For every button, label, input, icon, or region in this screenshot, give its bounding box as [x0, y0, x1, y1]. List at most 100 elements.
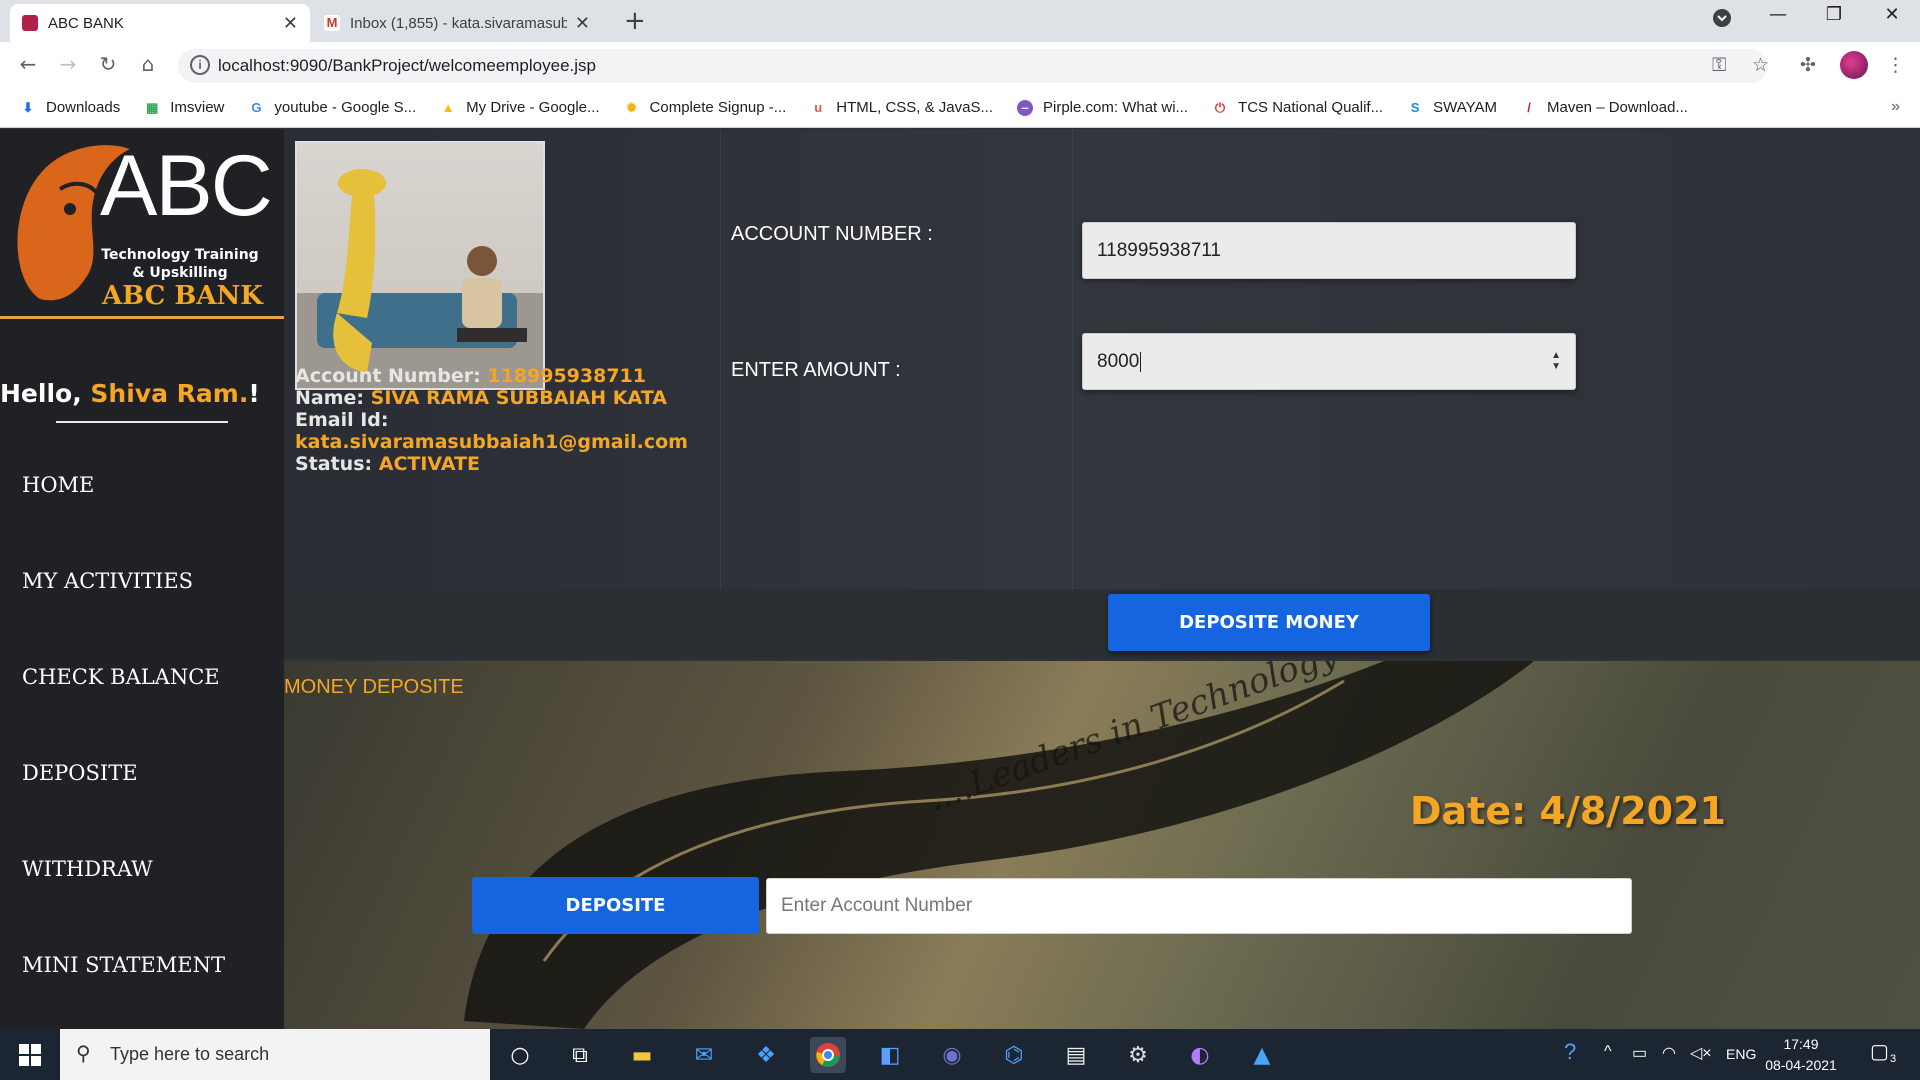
eclipse-icon[interactable]: ◉	[934, 1037, 970, 1073]
tab-abc-bank[interactable]: ABC BANK ✕	[10, 4, 310, 42]
battery-icon[interactable]: ▭	[1632, 1043, 1647, 1063]
cortana-icon[interactable]: ○	[502, 1037, 538, 1073]
settings-gear-icon[interactable]: ⚙	[1120, 1037, 1156, 1073]
grid-icon: ▦	[146, 99, 159, 115]
logo-tagline-1: Technology Training	[101, 247, 259, 263]
github-icon[interactable]: ◐	[1182, 1037, 1218, 1073]
divider	[720, 129, 721, 589]
volume-muted-icon[interactable]: ◁×	[1690, 1043, 1712, 1063]
menu-mini-statement[interactable]: MINI STATEMENT	[22, 953, 225, 977]
swayam-icon: S	[1410, 99, 1420, 115]
home-icon[interactable]: ⌂	[134, 52, 162, 76]
windows-taskbar: ⚲ Type here to search ○ ⧉ ▬ ✉ ❖ ◧ ◉ ⌬ ▤ …	[0, 1029, 1920, 1080]
pirple-icon: –	[1017, 99, 1033, 116]
button-strip	[284, 589, 1920, 659]
chrome-icon[interactable]	[810, 1037, 846, 1073]
new-tab-icon[interactable]: +	[624, 6, 646, 36]
sun-icon: ✹	[626, 99, 637, 115]
key-icon[interactable]: ⚿	[1712, 54, 1726, 76]
menu-my-activities[interactable]: MY ACTIVITIES	[22, 569, 193, 593]
wifi-icon[interactable]: ◠	[1662, 1043, 1676, 1063]
menu-dots-icon[interactable]: ⋮	[1886, 54, 1905, 76]
user-name: Shiva Ram.	[90, 379, 249, 408]
account-number-label: ACCOUNT NUMBER :	[731, 223, 933, 245]
back-icon[interactable]: ←	[14, 52, 42, 76]
chevron-up-icon[interactable]: ^	[1604, 1043, 1612, 1061]
photos-icon[interactable]: ▲	[1244, 1037, 1280, 1073]
bookmark-downloads[interactable]: ⬇ Downloads	[20, 99, 121, 116]
taskbar-clock[interactable]: 17:49 08-04-2021	[1756, 1034, 1846, 1076]
window-close-icon[interactable]: ✕	[1872, 4, 1912, 25]
drive-icon: ▲	[441, 99, 455, 115]
profile-account-number: Account Number: 118995938711	[295, 365, 646, 387]
bookmark-youtube-google[interactable]: Gyoutube - Google S...	[248, 99, 416, 116]
bookmark-html-css[interactable]: u HTML, CSS, & JavaS...	[810, 99, 993, 116]
url-text: localhost:9090/BankProject/welcomeemploy…	[218, 56, 596, 75]
profile-avatar[interactable]	[1840, 51, 1868, 79]
bookmark-my-drive[interactable]: ▲ My Drive - Google...	[440, 99, 600, 116]
tab-search-icon[interactable]	[1702, 8, 1742, 33]
close-icon[interactable]: ✕	[575, 13, 590, 34]
tcs-icon: ⏻	[1214, 99, 1226, 115]
amount-input[interactable]: 8000 ▲ ▼	[1082, 333, 1576, 390]
notifications-icon[interactable]: ▢	[1870, 1039, 1889, 1064]
bank-page: ABC Technology Training & Upskilling ABC…	[0, 129, 1920, 1029]
number-spinner-icon[interactable]: ▲ ▼	[1551, 350, 1561, 372]
logo-abc-text: ABC	[100, 138, 273, 234]
profile-photo	[295, 141, 545, 390]
menu-check-balance[interactable]: CHECK BALANCE	[22, 665, 220, 689]
document-icon[interactable]: ▤	[1058, 1037, 1094, 1073]
app-icon[interactable]: ◧	[872, 1037, 908, 1073]
reload-icon[interactable]: ↻	[94, 52, 122, 76]
deposite-button[interactable]: DEPOSITE	[472, 877, 759, 934]
text-cursor	[1140, 351, 1142, 372]
file-explorer-icon[interactable]: ▬	[624, 1037, 660, 1073]
bookmark-pirple[interactable]: – Pirple.com: What wi...	[1017, 99, 1188, 116]
bookmarks-bar: ⬇ Downloads ▦ Imsview Gyoutube - Google S.…	[0, 88, 1920, 128]
language-indicator[interactable]: ENG	[1726, 1046, 1756, 1062]
bookmark-maven[interactable]: / Maven – Download...	[1521, 99, 1688, 116]
logo-bank-name: ABC BANK	[102, 281, 263, 311]
more-bookmarks-icon[interactable]: »	[1891, 98, 1900, 116]
deposit-money-button[interactable]: DEPOSITE MONEY	[1108, 594, 1430, 651]
bookmark-complete-signup[interactable]: ✹ Complete Signup -...	[624, 99, 786, 116]
dropbox-icon[interactable]: ❖	[748, 1037, 784, 1073]
taskbar-search-input[interactable]: ⚲ Type here to search	[60, 1029, 490, 1080]
abc-bank-favicon-icon	[22, 15, 38, 31]
current-date: Date: 4/8/2021	[1410, 789, 1726, 833]
url-bar[interactable]: i localhost:9090/BankProject/welcomeempl…	[178, 49, 1768, 83]
logo-tagline-2: & Upskilling	[132, 265, 228, 281]
banner-image: ....Leaders in Technology Training	[284, 661, 1920, 1029]
mail-icon[interactable]: ✉	[686, 1037, 722, 1073]
mysql-workbench-icon[interactable]: ⌬	[996, 1037, 1032, 1073]
amount-label: ENTER AMOUNT :	[731, 359, 901, 381]
udemy-icon: u	[814, 99, 823, 115]
forward-icon[interactable]: →	[54, 52, 82, 76]
menu-deposite[interactable]: DEPOSITE	[22, 761, 138, 785]
profile-name: Name: SIVA RAMA SUBBAIAH KATA	[295, 387, 667, 409]
search-icon: ⚲	[76, 1043, 91, 1065]
extensions-icon[interactable]: ✣	[1800, 54, 1816, 76]
account-number-search-input[interactable]: Enter Account Number	[766, 878, 1632, 934]
divider	[1072, 129, 1073, 589]
restore-icon[interactable]: ❐	[1814, 4, 1854, 25]
minimize-icon[interactable]: —	[1758, 4, 1798, 25]
greeting: Hello, Shiva Ram.!	[0, 379, 260, 408]
task-view-icon[interactable]: ⧉	[562, 1037, 598, 1073]
maven-icon: /	[1527, 99, 1531, 115]
bookmark-tcs[interactable]: ⏻ TCS National Qualif...	[1212, 99, 1383, 116]
windows-start-icon[interactable]	[0, 1029, 60, 1080]
browser-tab-bar: ABC BANK ✕ M Inbox (1,855) - kata.sivara…	[0, 0, 1920, 42]
close-icon[interactable]: ✕	[283, 13, 298, 34]
menu-home[interactable]: HOME	[22, 473, 94, 497]
site-info-icon[interactable]: i	[190, 55, 210, 75]
profile-status: Status: ACTIVATE	[295, 453, 480, 475]
bookmark-swayam[interactable]: S SWAYAM	[1407, 99, 1497, 116]
star-icon[interactable]: ☆	[1752, 54, 1769, 76]
menu-withdraw[interactable]: WITHDRAW	[22, 857, 153, 881]
help-icon[interactable]: ?	[1564, 1039, 1576, 1065]
account-number-input[interactable]: 118995938711	[1082, 222, 1576, 279]
tab-gmail-inbox[interactable]: M Inbox (1,855) - kata.sivaramasubb ✕	[312, 4, 602, 42]
address-toolbar: ← → ↻ ⌂ i localhost:9090/BankProject/wel…	[0, 42, 1920, 88]
bookmark-imsview[interactable]: ▦ Imsview	[144, 99, 224, 116]
